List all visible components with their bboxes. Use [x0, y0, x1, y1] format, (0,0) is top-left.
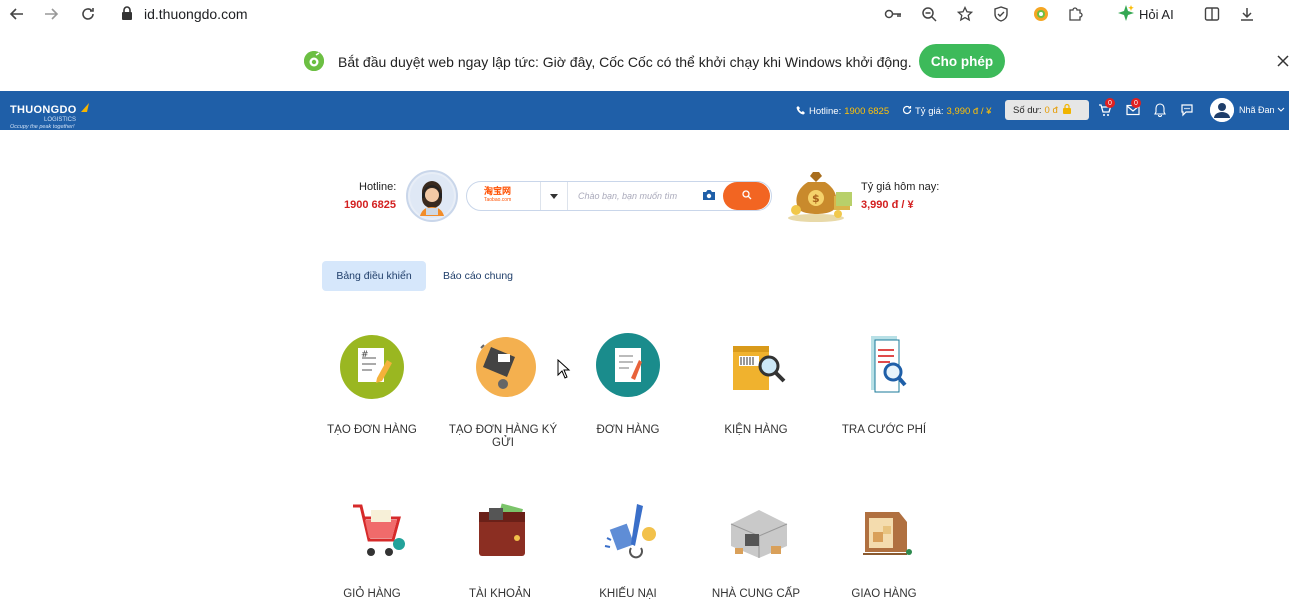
tile-label: TẠO ĐƠN HÀNG [327, 424, 417, 436]
cart-badge: 0 [1105, 98, 1115, 108]
split-view-icon[interactable] [1203, 5, 1221, 23]
supplier-icon [721, 498, 791, 568]
tile-label: KIỆN HÀNG [724, 424, 788, 436]
packages-icon [721, 332, 791, 402]
tile-label: GIAO HÀNG [851, 588, 917, 600]
hotline-value: 1900 6825 [844, 106, 890, 117]
tile-label: TRA CƯỚC PHÍ [841, 424, 927, 436]
hotline-label: Hotline: [359, 181, 397, 193]
coccoc-logo-icon [304, 51, 324, 71]
svg-text:#: # [361, 350, 369, 360]
search-button[interactable] [723, 182, 770, 210]
back-arrow-icon[interactable] [8, 5, 26, 23]
header-exchange-rate: Tỷ giá: 3,990 đ / ¥ [902, 105, 991, 118]
tile-cart[interactable]: GIỎ HÀNG [317, 498, 427, 601]
tile-supplier[interactable]: NHÀ CUNG CẤP [701, 498, 811, 601]
support-agent-icon [406, 170, 458, 222]
lock-icon[interactable] [120, 5, 134, 26]
ask-ai-label: Hỏi AI [1139, 7, 1174, 22]
phone-icon [796, 105, 806, 118]
hotline-number[interactable]: 1900 6825 [344, 199, 396, 211]
brand-tagline: Occupy the peak together! [10, 124, 75, 130]
source-select[interactable]: 淘宝网 Taobao.com [484, 187, 511, 205]
avatar[interactable] [1210, 98, 1234, 122]
download-icon[interactable] [1238, 5, 1256, 23]
tile-create-consignment[interactable]: TẠO ĐƠN HÀNG KÝ GỬI [448, 332, 558, 450]
chevron-down-icon [1277, 105, 1285, 115]
chat-icon[interactable] [1179, 102, 1195, 118]
rate-value: 3,990 đ / ¥ [946, 106, 992, 117]
taobao-logo: 淘宝网 [484, 186, 512, 196]
tile-label: NHÀ CUNG CẤP [711, 588, 801, 600]
user-menu[interactable]: Nhã Đan [1239, 105, 1285, 115]
complaint-icon [593, 498, 663, 568]
fee-lookup-icon [849, 332, 919, 402]
consignment-order-icon [468, 332, 538, 402]
today-rate-label: Tỷ giá hôm nay: [861, 181, 940, 193]
camera-icon[interactable] [701, 187, 717, 203]
tile-label: GIỎ HÀNG [343, 588, 401, 600]
hotline-label: Hotline: [809, 106, 842, 117]
mail-badge: 0 [1131, 98, 1141, 108]
tile-label: TẠO ĐƠN HÀNG KÝ GỬI [448, 424, 558, 449]
user-name: Nhã Đan [1239, 105, 1275, 115]
rate-label: Tỷ giá: [915, 106, 944, 117]
money-bag-icon: $ [786, 168, 856, 222]
brand-name: THUONGDO [10, 104, 77, 116]
ask-ai-button[interactable]: Hỏi AI [1118, 5, 1174, 24]
tile-fee-lookup[interactable]: TRA CƯỚC PHÍ [829, 332, 939, 437]
create-order-icon: # [337, 332, 407, 402]
tile-create-order[interactable]: # TẠO ĐƠN HÀNG [317, 332, 427, 437]
bell-icon[interactable] [1152, 102, 1168, 118]
refresh-icon [902, 105, 912, 118]
extensions-puzzle-icon[interactable] [1066, 5, 1084, 23]
header-hotline[interactable]: Hotline: 1900 6825 [796, 105, 889, 118]
source-dropdown[interactable] [540, 182, 568, 210]
taobao-sub: Taobao.com [484, 197, 512, 203]
delivery-icon [849, 498, 919, 568]
cart-icon [337, 498, 407, 568]
tile-label: TÀI KHOẢN [469, 588, 531, 600]
tab-dashboard[interactable]: Bảng điều khiển [322, 261, 426, 291]
today-rate-value: 3,990 đ / ¥ [861, 199, 914, 211]
tile-delivery[interactable]: GIAO HÀNG [829, 498, 939, 601]
mouse-cursor-icon [557, 358, 571, 384]
tile-label: ĐƠN HÀNG [596, 424, 660, 436]
tile-packages[interactable]: KIỆN HÀNG [701, 332, 811, 437]
allow-button[interactable]: Cho phép [919, 44, 1005, 78]
brand-logo[interactable]: THUONGDO LOGISTICS Occupy the peak toget… [10, 101, 91, 130]
svg-text:$: $ [812, 192, 820, 205]
caret-down-icon [550, 192, 558, 201]
site-header [0, 91, 1289, 130]
search-input[interactable] [578, 188, 693, 204]
address-bar[interactable]: id.thuongdo.com [144, 6, 248, 22]
sparkle-icon [1118, 5, 1134, 24]
close-icon[interactable] [1276, 54, 1289, 73]
tile-account[interactable]: TÀI KHOẢN [445, 498, 555, 601]
balance-pill[interactable]: Số dư: 0 đ [1005, 100, 1089, 120]
key-icon[interactable] [884, 5, 902, 23]
star-icon[interactable] [956, 5, 974, 23]
brand-mark-icon [79, 101, 91, 119]
lock-coin-icon [1061, 103, 1073, 118]
tile-label: KHIẾU NẠI [599, 588, 657, 600]
balance-value: 0 đ [1044, 104, 1058, 116]
shield-icon[interactable] [992, 5, 1010, 23]
search-icon [741, 189, 752, 203]
tile-complaint[interactable]: KHIẾU NẠI [573, 498, 683, 601]
tab-general-report[interactable]: Báo cáo chung [434, 261, 522, 291]
forward-arrow-icon[interactable] [42, 5, 60, 23]
reload-icon[interactable] [79, 5, 97, 23]
infobar-message: Bắt đầu duyệt web ngay lập tức: Giờ đây,… [338, 54, 912, 70]
wallet-icon [465, 498, 535, 568]
zoom-out-icon[interactable] [920, 5, 938, 23]
extension-coccoc-icon[interactable] [1032, 5, 1050, 23]
tile-orders[interactable]: ĐƠN HÀNG [573, 332, 683, 437]
balance-label: Số dư: [1013, 104, 1042, 116]
orders-icon [593, 332, 663, 402]
